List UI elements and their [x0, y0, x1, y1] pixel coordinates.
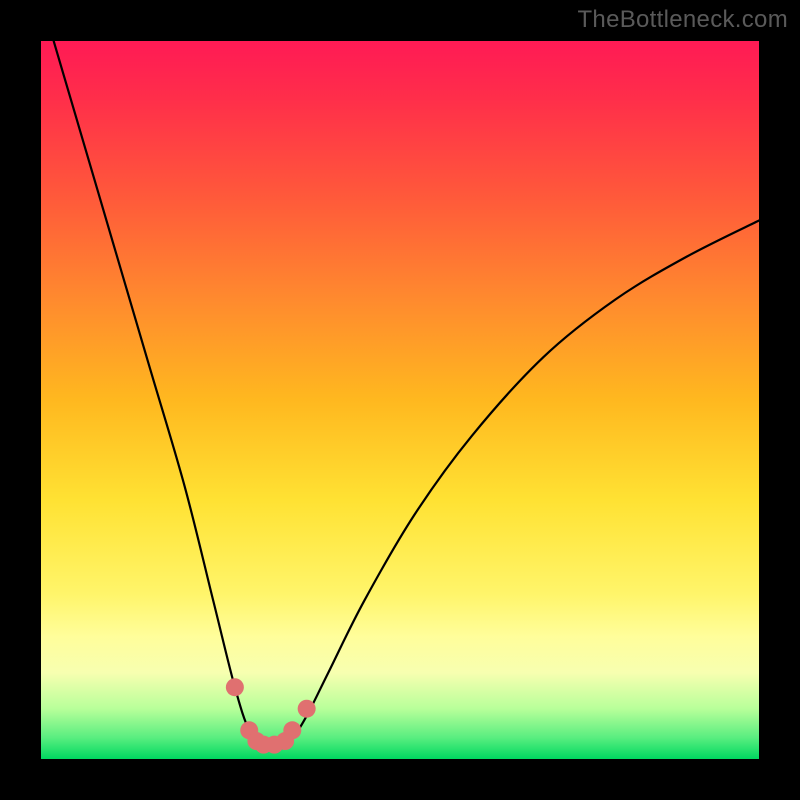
highlight-dots-group [226, 678, 316, 753]
plot-area [41, 41, 759, 759]
watermark-text: TheBottleneck.com [577, 6, 788, 34]
curve-layer [41, 41, 759, 759]
main-curve [41, 41, 759, 746]
chart-stage: TheBottleneck.com [0, 0, 800, 800]
highlight-dot [298, 700, 316, 718]
highlight-dot [283, 721, 301, 739]
highlight-dot [226, 678, 244, 696]
